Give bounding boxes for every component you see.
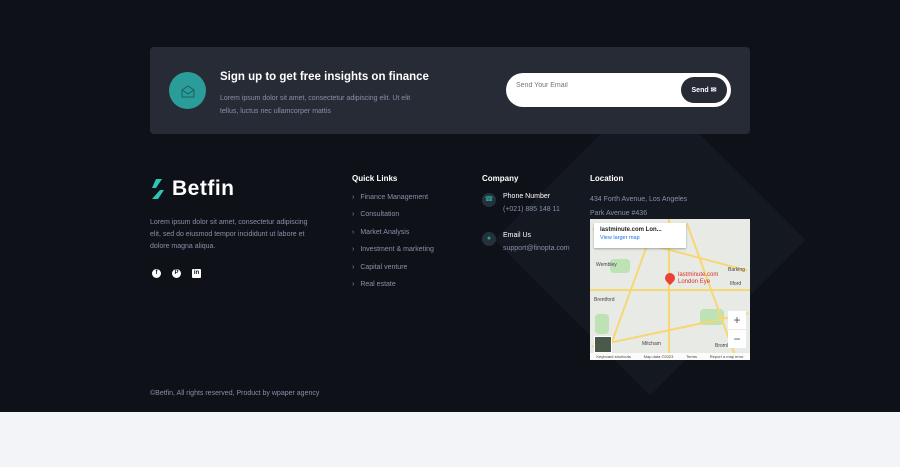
- email-label: Email Us: [503, 232, 532, 239]
- map-label: Mitcham: [642, 341, 661, 347]
- link-label: Capital venture: [360, 263, 408, 271]
- map-footer-link[interactable]: Keyboard shortcuts: [596, 354, 630, 359]
- quick-links-title: Quick Links: [352, 174, 398, 183]
- link-label: Market Analysis: [360, 228, 410, 236]
- chevron-right-icon: ›: [352, 228, 355, 236]
- quick-link[interactable]: › Capital venture: [352, 264, 434, 281]
- map-footer-link[interactable]: Terms: [686, 354, 697, 359]
- quick-link[interactable]: › Investment & marketing: [352, 246, 434, 263]
- map-label: Brentford: [594, 297, 615, 303]
- linkedin-icon[interactable]: in: [192, 269, 201, 278]
- email-contact: ● Email Us support@finopta.com: [482, 232, 570, 252]
- send-label: Send: [691, 87, 709, 94]
- newsletter-text: Lorem ipsum dolor sit amet, consectetur …: [220, 95, 411, 115]
- copyright: ©Betfin, All rights reserved, Product by…: [150, 390, 320, 397]
- chevron-right-icon: ›: [352, 280, 355, 288]
- satellite-toggle[interactable]: [594, 336, 612, 353]
- link-label: Investment & marketing: [360, 246, 434, 254]
- map-label: Wembley: [596, 262, 617, 268]
- email-form: Send ✉: [506, 73, 731, 107]
- send-button[interactable]: Send ✉: [681, 77, 727, 103]
- map-embed[interactable]: Wembley Brentford Barking Ilford Bromley…: [590, 219, 750, 360]
- address-line: 434 Forth Avenue, Los Angeles: [590, 196, 688, 203]
- facebook-icon[interactable]: f: [152, 269, 161, 278]
- mail-icon: [169, 72, 206, 109]
- view-larger-map-link[interactable]: View larger map: [600, 235, 680, 241]
- newsletter-title: Sign up to get free insights on finance: [220, 71, 429, 83]
- quick-link[interactable]: › Market Analysis: [352, 229, 434, 246]
- map-label: Ilford: [730, 281, 742, 287]
- map-place-card: lastminute.com Lon... View larger map: [594, 223, 686, 248]
- phone-icon: ☎: [482, 193, 496, 207]
- zoom-out-button[interactable]: −: [728, 330, 746, 348]
- chevron-right-icon: ›: [352, 194, 355, 201]
- chat-icon: ●: [482, 232, 496, 246]
- pin-label-line: London Eye: [678, 279, 711, 285]
- location-title: Location: [590, 174, 624, 183]
- send-icon: ✉: [710, 87, 717, 94]
- address: 434 Forth Avenue, Los Angeles Park Avenue…: [590, 193, 687, 221]
- link-label: Real estate: [360, 280, 396, 288]
- zoom-in-button[interactable]: +: [728, 311, 746, 329]
- email-address[interactable]: support@finopta.com: [503, 245, 570, 252]
- pinterest-icon[interactable]: P: [172, 269, 181, 278]
- map-footer-text: Map data ©2023: [643, 354, 674, 359]
- link-label: Finance Management: [360, 194, 429, 201]
- pin-label-line: lastminute.com: [678, 272, 719, 278]
- logo-icon: [152, 179, 164, 199]
- newsletter-band: Sign up to get free insights on finance …: [150, 47, 750, 134]
- phone-label: Phone Number: [503, 193, 551, 200]
- map-pin-label: lastminute.com London Eye: [678, 272, 718, 286]
- map-pin-icon[interactable]: [662, 270, 678, 286]
- brand-logo[interactable]: Betfin: [150, 177, 235, 201]
- brand-name: Betfin: [172, 177, 235, 200]
- email-input[interactable]: [516, 82, 666, 89]
- quick-link[interactable]: › Real estate: [352, 281, 434, 298]
- footer: Sign up to get free insights on finance …: [0, 0, 900, 412]
- map-footer-link[interactable]: Report a map error: [710, 354, 744, 359]
- social-links: f P in: [152, 269, 201, 278]
- phone-contact: ☎ Phone Number (+021) 885 148 11: [482, 193, 560, 213]
- quick-links-list: › Finance Management › Consultation › Marke…: [352, 194, 434, 298]
- company-title: Company: [482, 174, 519, 183]
- map-footer: Keyboard shortcuts Map data ©2023 Terms …: [590, 353, 750, 360]
- quick-link[interactable]: › Finance Management: [352, 194, 434, 211]
- link-label: Consultation: [360, 211, 400, 219]
- chevron-right-icon: ›: [352, 263, 355, 271]
- chevron-right-icon: ›: [352, 211, 355, 219]
- chevron-right-icon: ›: [352, 246, 355, 254]
- map-label: Barking: [728, 267, 745, 273]
- brand-about: Lorem ipsum dolor sit amet, consectetur …: [150, 219, 308, 250]
- quick-link[interactable]: › Consultation: [352, 211, 434, 228]
- map-place-name: lastminute.com Lon...: [600, 227, 662, 233]
- phone-number[interactable]: (+021) 885 148 11: [503, 206, 560, 213]
